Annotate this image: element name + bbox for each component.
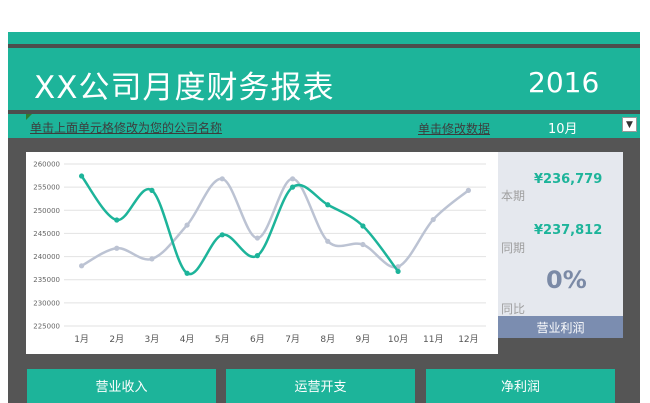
series-1-point — [219, 176, 225, 182]
month-dropdown-button[interactable]: ▼ — [622, 117, 637, 132]
prior-period-value: ¥237,812 — [534, 223, 603, 238]
series-1-point — [325, 238, 331, 244]
series-2-point — [289, 184, 296, 190]
series-2-point — [114, 217, 120, 223]
series-line-2 — [80, 174, 400, 276]
summary-panel-footer — [498, 338, 623, 354]
current-period-value: ¥236,779 — [534, 172, 603, 187]
current-period-label: 本期 — [501, 189, 526, 203]
month-select-value[interactable]: 10月 — [548, 118, 578, 137]
x-tick-label: 10月 — [388, 334, 408, 345]
series-1-point — [430, 216, 436, 223]
report-sheet: XX公司月度财务报表 2016 单击上面单元格修改为您的公司名称 单击修改数据 … — [0, 0, 650, 403]
report-title[interactable]: XX公司月度财务报表 — [34, 62, 334, 107]
series-2-point — [254, 253, 261, 259]
series-2-point — [149, 187, 155, 193]
series-2-point — [395, 268, 401, 274]
series-1-point — [78, 263, 85, 269]
x-tick-label: 4月 — [180, 334, 195, 345]
yoy-label: 同比 — [501, 302, 526, 316]
series-2-point — [360, 223, 366, 229]
series-2-point — [219, 232, 225, 238]
series-2-point — [325, 202, 331, 208]
x-tick-label: 5月 — [215, 334, 230, 345]
series-1-point — [149, 256, 155, 262]
y-tick-label: 230000 — [33, 299, 60, 307]
series-1-point — [360, 241, 366, 248]
y-tick-label: 245000 — [33, 230, 60, 238]
x-tick-label: 3月 — [145, 334, 160, 345]
y-tick-label: 235000 — [33, 276, 60, 284]
x-tick-label: 11月 — [423, 334, 443, 345]
x-tick-label: 12月 — [458, 334, 478, 345]
top-accent-bar — [8, 32, 640, 44]
net-profit-card[interactable]: 净利润 — [426, 369, 615, 403]
revenue-card[interactable]: 营业收入 — [27, 369, 216, 403]
x-tick-label: 7月 — [285, 334, 300, 345]
chevron-down-icon: ▼ — [626, 119, 633, 130]
series-1-point — [254, 235, 261, 241]
series-2-point — [184, 270, 190, 276]
report-year[interactable]: 2016 — [528, 66, 599, 99]
x-tick-label: 1月 — [74, 334, 89, 345]
monthly-line-chart: 260000 255000 250000 245000 240000 235000 2300… — [33, 161, 486, 345]
x-tick-label: 8月 — [320, 334, 335, 345]
series-1-point — [184, 222, 190, 228]
prior-period-label: 同期 — [501, 241, 526, 255]
x-tick-label: 6月 — [250, 334, 265, 345]
company-name-hint-link[interactable]: 单击上面单元格修改为您的公司名称 — [30, 119, 222, 136]
y-tick-label: 240000 — [33, 253, 60, 261]
x-tick-label: 2月 — [109, 334, 124, 345]
y-tick-label: 260000 — [33, 161, 60, 169]
series-1-point — [465, 187, 472, 193]
edit-data-link[interactable]: 单击修改数据 — [418, 120, 490, 137]
yoy-percent: 0% — [546, 266, 587, 294]
operating-expense-card[interactable]: 运营开支 — [226, 369, 415, 403]
chart-area: 260000 255000 250000 245000 240000 235000 2300… — [26, 152, 498, 354]
x-tick-label: 9月 — [356, 334, 371, 345]
series-1-point — [289, 176, 296, 182]
y-tick-label: 250000 — [33, 207, 60, 215]
series-1-point — [114, 245, 120, 251]
series-2-point — [78, 173, 85, 179]
operating-profit-button[interactable]: 营业利润 — [498, 316, 623, 338]
y-tick-label: 225000 — [33, 323, 60, 331]
y-tick-label: 255000 — [33, 184, 60, 192]
